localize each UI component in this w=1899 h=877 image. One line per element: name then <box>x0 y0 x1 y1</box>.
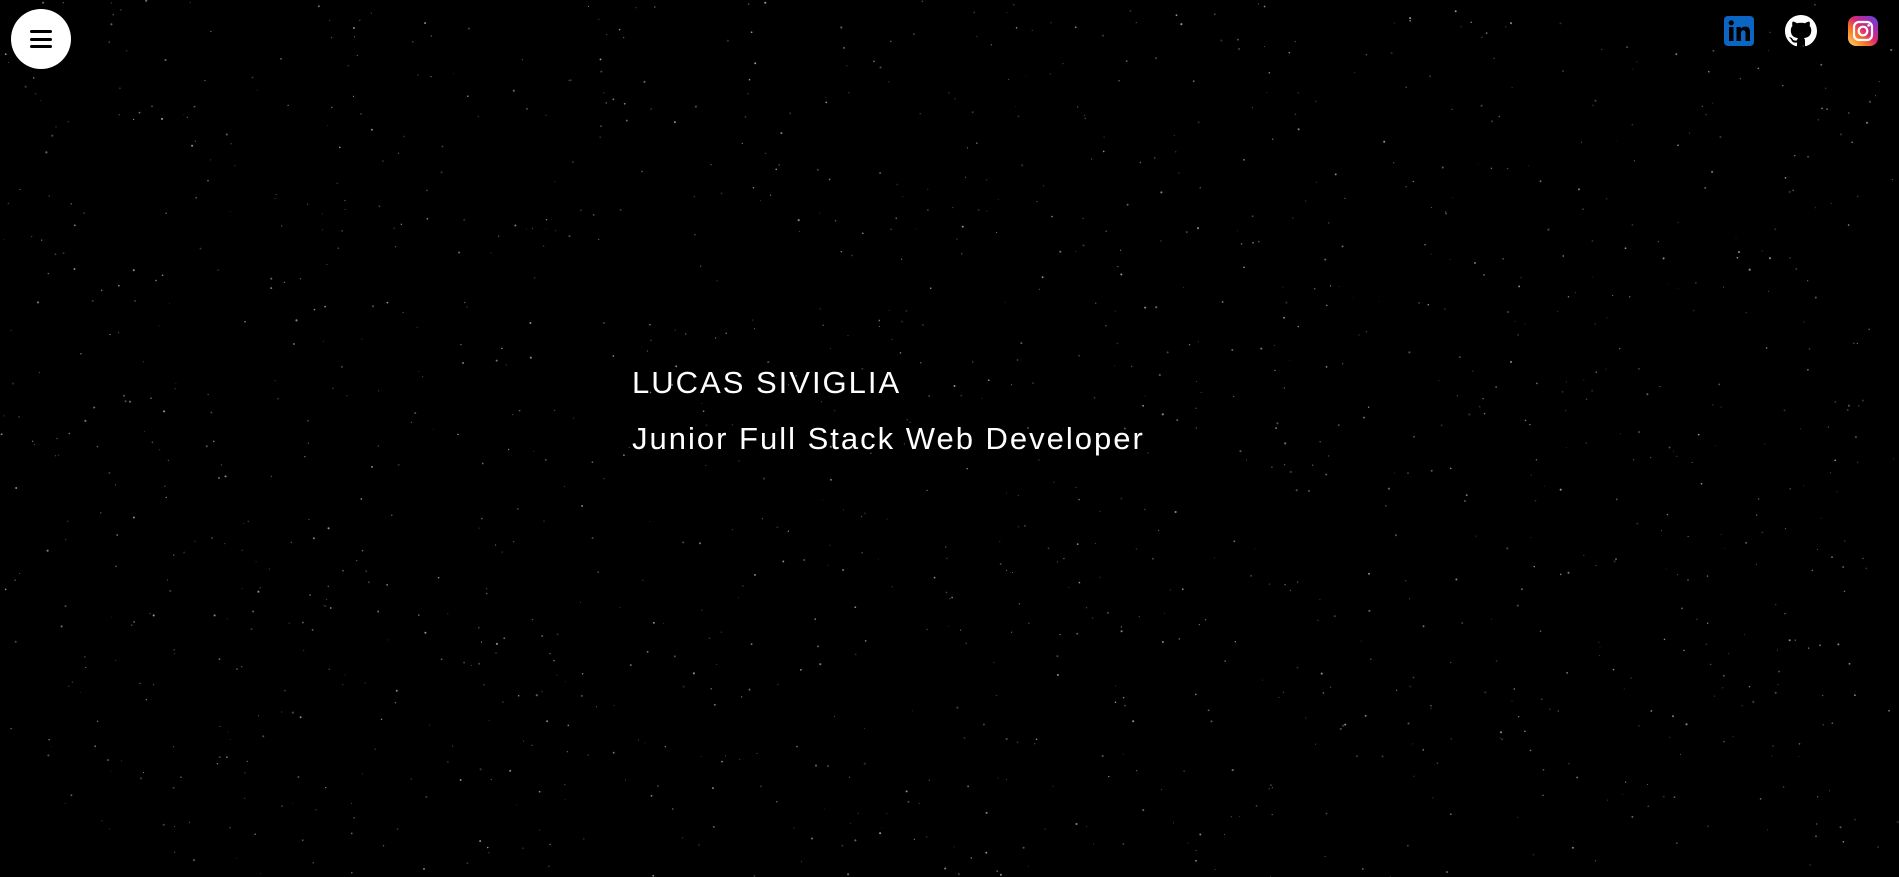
hero-section: LUCAS SIVIGLIA Junior Full Stack Web Dev… <box>632 362 1145 460</box>
github-link[interactable] <box>1785 15 1817 47</box>
landing-page: LUCAS SIVIGLIA Junior Full Stack Web Dev… <box>0 0 1899 877</box>
instagram-link[interactable] <box>1847 15 1879 47</box>
social-links <box>1723 15 1879 47</box>
github-icon <box>1785 15 1817 47</box>
hamburger-icon <box>30 30 52 48</box>
instagram-icon <box>1848 16 1878 46</box>
hero-name: LUCAS SIVIGLIA <box>632 365 902 400</box>
linkedin-icon <box>1724 16 1754 46</box>
menu-button[interactable] <box>11 9 71 69</box>
hero-title: Junior Full Stack Web Developer <box>632 421 1145 456</box>
linkedin-link[interactable] <box>1723 15 1755 47</box>
